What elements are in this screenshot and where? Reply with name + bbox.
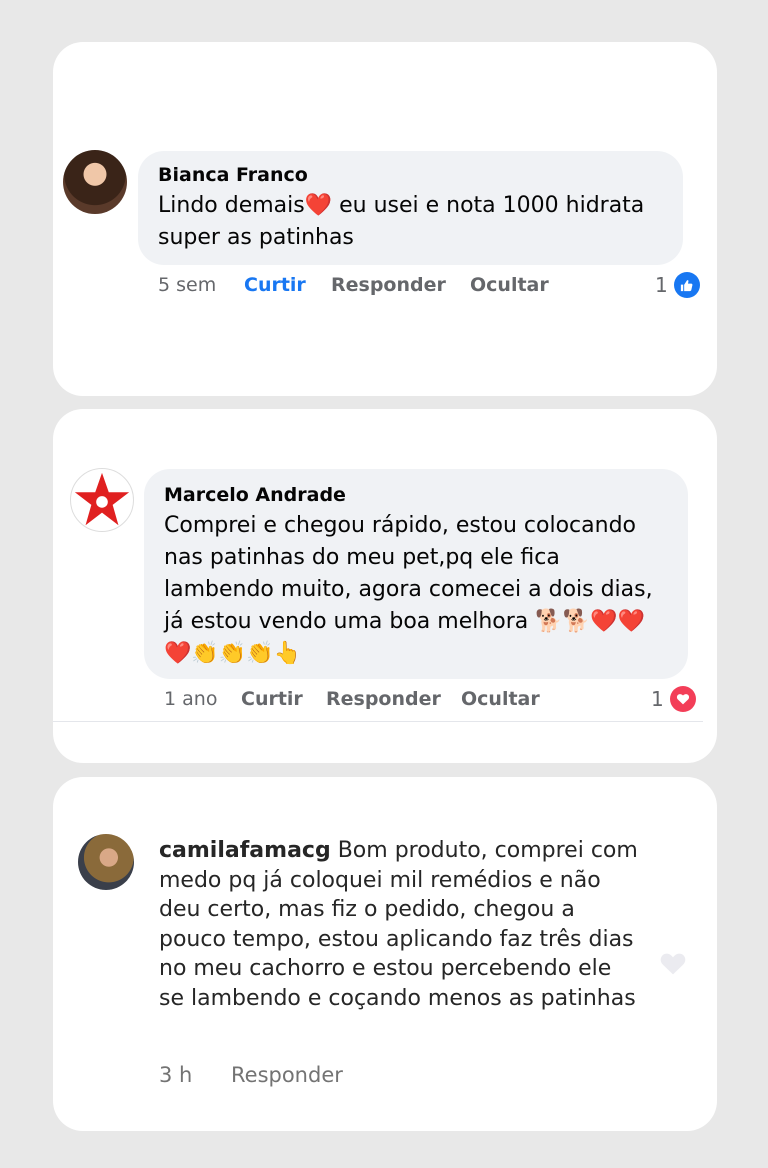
comment-card-camila: camilafamacg Bom produto, comprei com me…	[53, 777, 717, 1131]
hide-button[interactable]: Ocultar	[470, 274, 549, 296]
heart-outline-icon[interactable]	[657, 947, 689, 979]
reply-button[interactable]: Responder	[231, 1063, 343, 1087]
reaction-summary[interactable]: 1	[651, 686, 696, 712]
comment-card-marcelo: Marcelo Andrade Comprei e chegou rápido,…	[53, 409, 717, 763]
comment-actions: 1 ano Curtir Responder Ocultar	[164, 688, 584, 714]
avatar-marcelo[interactable]	[70, 468, 134, 532]
avatar-bianca[interactable]	[63, 150, 127, 214]
comment-time: 1 ano	[164, 688, 218, 710]
comment-author[interactable]: Bianca Franco	[158, 163, 663, 187]
comment-text: Bom produto, comprei com medo pq já colo…	[159, 838, 638, 1011]
comment-actions: 3 h Responder	[159, 1063, 419, 1091]
like-button[interactable]: Curtir	[241, 688, 303, 710]
avatar-camila[interactable]	[78, 834, 134, 890]
star-logo-icon	[74, 472, 130, 526]
reaction-count: 1	[651, 687, 664, 711]
reaction-summary[interactable]: 1	[655, 272, 700, 298]
instagram-comment: camilafamacg Bom produto, comprei com me…	[159, 836, 639, 1013]
divider	[53, 721, 703, 722]
comment-author[interactable]: Marcelo Andrade	[164, 483, 668, 507]
comment-card-bianca: Bianca Franco Lindo demais❤️ eu usei e n…	[53, 42, 717, 396]
reaction-count: 1	[655, 273, 668, 297]
comment-text: Comprei e chegou rápido, estou colocando…	[164, 513, 653, 666]
comment-bubble: Marcelo Andrade Comprei e chegou rápido,…	[144, 469, 688, 679]
comment-author[interactable]: camilafamacg	[159, 838, 331, 863]
comment-bubble: Bianca Franco Lindo demais❤️ eu usei e n…	[138, 151, 683, 265]
thumbs-up-icon	[673, 272, 700, 298]
like-button[interactable]: Curtir	[244, 274, 306, 296]
reply-button[interactable]: Responder	[326, 688, 441, 710]
comment-time: 5 sem	[158, 274, 217, 296]
heart-icon	[669, 686, 696, 712]
hide-button[interactable]: Ocultar	[461, 688, 540, 710]
reply-button[interactable]: Responder	[331, 274, 446, 296]
comment-text: Lindo demais❤️ eu usei e nota 1000 hidra…	[158, 193, 645, 250]
comment-time: 3 h	[159, 1063, 193, 1087]
comment-actions: 5 sem Curtir Responder Ocultar	[158, 274, 578, 300]
